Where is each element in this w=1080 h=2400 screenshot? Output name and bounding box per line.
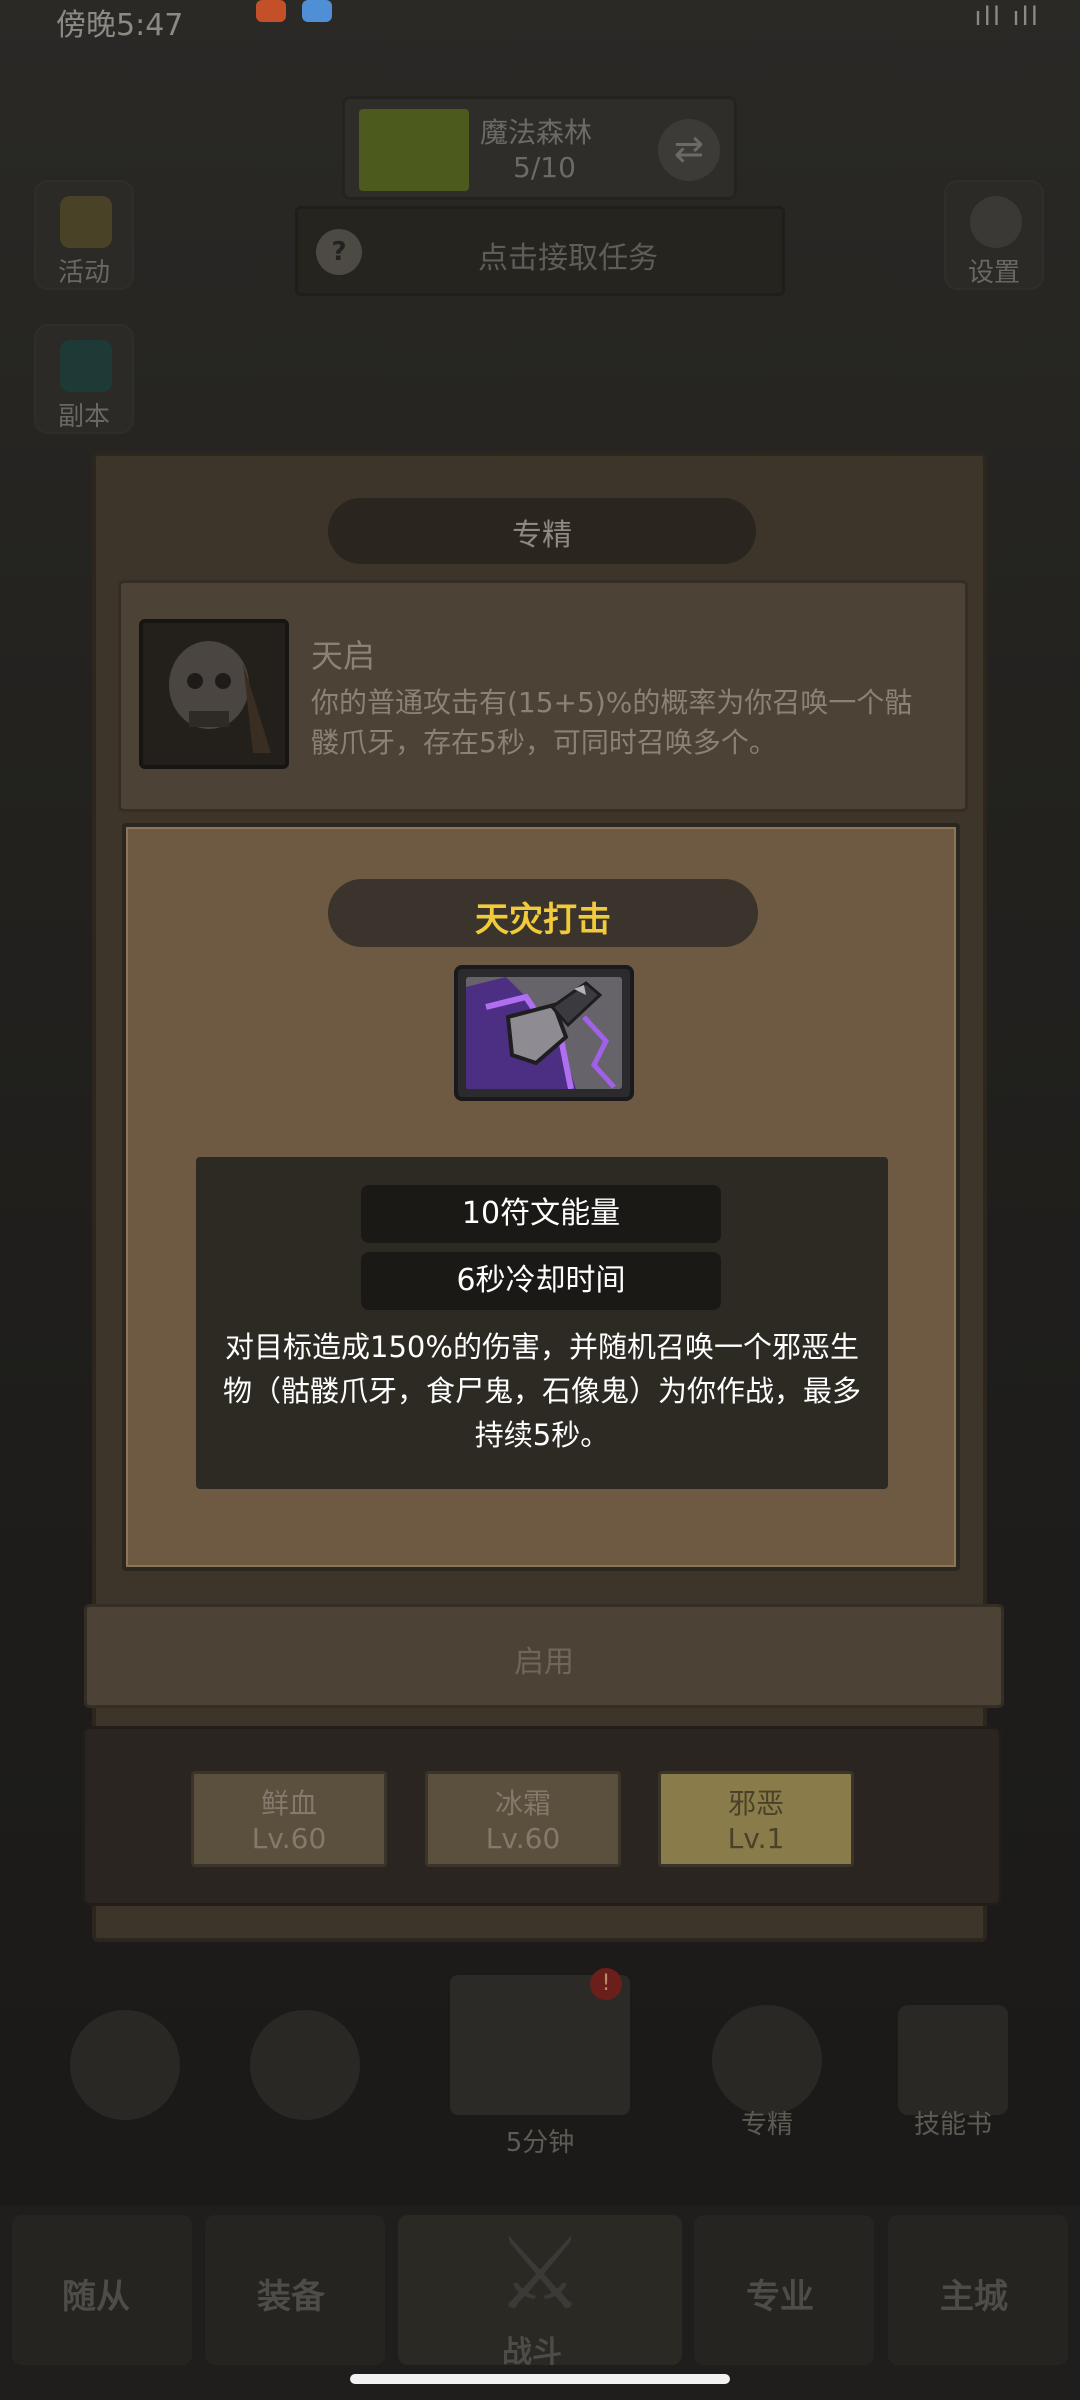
specialization-icon[interactable] [712, 2005, 822, 2115]
spec-name: 邪恶 [727, 1787, 784, 1820]
spec-level: Lv.1 [727, 1822, 785, 1855]
spec-level: Lv.60 [485, 1822, 561, 1855]
tab-label: 随从 [62, 2277, 130, 2317]
level-name: 魔法森林 [480, 116, 593, 149]
status-bar: 傍晚5:47 ıll ıll [0, 0, 1080, 60]
book-icon[interactable] [898, 2005, 1008, 2115]
tab-label: 主城 [940, 2277, 1008, 2317]
star-icon [60, 196, 112, 248]
tab-label: 专业 [746, 2277, 814, 2317]
tab-profession[interactable]: 专业 [694, 2215, 874, 2365]
rune-energy-cost: 10符文能量 [361, 1185, 721, 1243]
quest-bar[interactable]: ? 点击接取任务 [295, 206, 785, 296]
gear-icon [970, 196, 1022, 248]
unholy-fist-icon [454, 965, 634, 1101]
dungeon-label: 副本 [57, 402, 110, 432]
spec-tab-frost[interactable]: 冰霜 Lv.60 [425, 1771, 621, 1867]
events-label: 活动 [57, 258, 110, 288]
item-icon[interactable] [250, 2010, 360, 2120]
alert-badge: ! [590, 1968, 622, 2000]
spec-tab-unholy[interactable]: 邪恶 Lv.1 [658, 1771, 854, 1867]
cooldown-time: 6秒冷却时间 [361, 1252, 721, 1310]
tab-battle[interactable]: ⚔ 战斗 [398, 2215, 682, 2370]
enable-label: 启用 [514, 1645, 574, 1680]
status-signal: ıll ıll [974, 2, 1040, 32]
tab-label: 战斗 [502, 2335, 562, 2370]
events-button[interactable]: 活动 [34, 180, 134, 290]
home-indicator[interactable] [350, 2374, 730, 2384]
skill-name: 天灾打击 [475, 900, 611, 940]
level-thumbnail [359, 109, 469, 191]
tab-followers[interactable]: 随从 [12, 2215, 192, 2365]
question-icon: ? [316, 229, 362, 275]
spec-tabs-panel: 鲜血 Lv.60 冰霜 Lv.60 邪恶 Lv.1 [82, 1726, 1002, 1906]
dialog-title: 专精 [512, 518, 572, 553]
notification-app-icon [302, 0, 332, 22]
skull-icon [139, 619, 289, 769]
item-icon[interactable] [70, 2010, 180, 2120]
quest-label: 点击接取任务 [478, 241, 658, 276]
gate-icon [60, 340, 112, 392]
level-selector[interactable]: 魔法森林 5/10 ⇄ [342, 96, 737, 200]
settings-button[interactable]: 设置 [944, 180, 1044, 290]
crossed-swords-icon: ⚔ [495, 2215, 585, 2332]
skill-detail-popup[interactable]: 天灾打击 10符文能量 6秒冷却时间 对目标造成150%的伤害，并随机召唤一个邪… [122, 823, 960, 1571]
dungeon-button[interactable]: 副本 [34, 324, 134, 434]
skill-book-label: 技能书 [913, 2110, 992, 2140]
level-progress: 5/10 [513, 151, 576, 184]
enable-button[interactable]: 启用 [84, 1604, 1004, 1708]
tab-equipment[interactable]: 装备 [205, 2215, 385, 2365]
skill-info-panel: 10符文能量 6秒冷却时间 对目标造成150%的伤害，并随机召唤一个邪恶生物（骷… [196, 1157, 888, 1489]
status-time: 傍晚5:47 [56, 8, 184, 43]
notification-app-icon [256, 0, 286, 22]
spec-tab-blood[interactable]: 鲜血 Lv.60 [191, 1771, 387, 1867]
skill-description: 对目标造成150%的伤害，并随机召唤一个邪恶生物（骷髅爪牙，食尸鬼，石像鬼）为你… [222, 1330, 861, 1452]
specialization-label: 专精 [740, 2110, 793, 2140]
tab-label: 装备 [257, 2277, 325, 2317]
talent-name: 天启 [311, 637, 376, 675]
tab-main-city[interactable]: 主城 [888, 2215, 1068, 2365]
dialog-title-banner: 专精 [328, 498, 756, 564]
spec-level: Lv.60 [251, 1822, 327, 1855]
spec-name: 冰霜 [494, 1787, 551, 1820]
popup-title-banner: 天灾打击 [328, 879, 758, 947]
spec-name: 鲜血 [260, 1787, 317, 1820]
talent-card[interactable]: 天启 你的普通攻击有(15+5)%的概率为你召唤一个骷髅爪牙，存在5秒，可同时召… [118, 580, 968, 812]
talent-description: 你的普通攻击有(15+5)%的概率为你召唤一个骷髅爪牙，存在5秒，可同时召唤多个… [311, 686, 913, 759]
afk-timer-label: 5分钟 [505, 2128, 575, 2158]
settings-label: 设置 [967, 258, 1020, 288]
swap-icon[interactable]: ⇄ [658, 119, 720, 181]
